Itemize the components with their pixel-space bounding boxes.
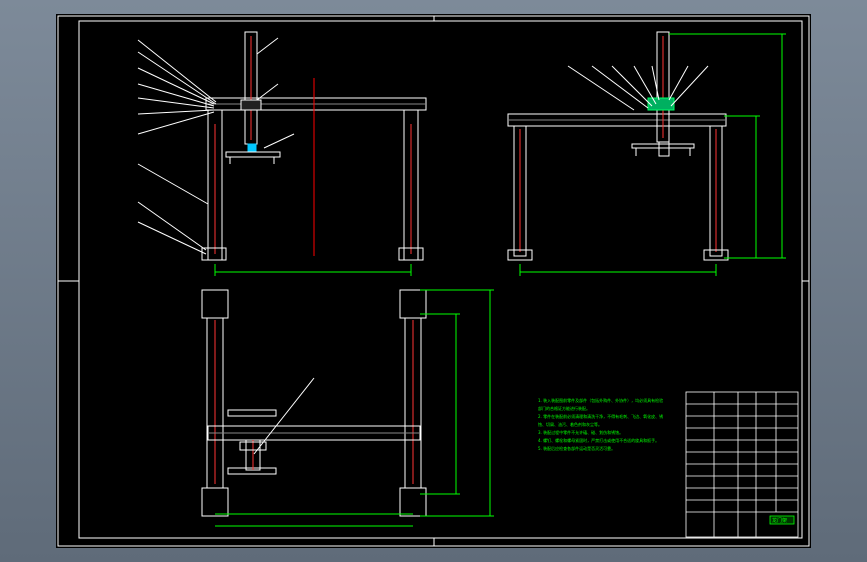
note-line-6: 4. 螺钉、螺栓和螺母紧固时，严禁打击或使用不合适的旋具和扳手。 (538, 437, 659, 443)
cad-viewport[interactable]: 1. 装入装配图前零件及部件（包括外购件、外协件），均必须具有检验 部门的合格证… (0, 0, 867, 562)
note-line-2: 部门的合格证方能进行装配。 (538, 405, 590, 411)
note-line-4: 蚀、切屑、油污、着色剂和灰尘等。 (538, 421, 602, 427)
note-line-3: 2. 零件在装配前必须清理和清洗干净，不得有毛刺、飞边、氧化皮、锈 (538, 413, 663, 419)
note-line-7: 5. 装配后应检查各部件运动是否灵活可靠。 (538, 445, 615, 451)
title-block-title: 龙门架 (772, 517, 787, 524)
technical-notes: 1. 装入装配图前零件及部件（包括外购件、外协件），均必须具有检验 部门的合格证… (538, 397, 663, 451)
note-line-1: 1. 装入装配图前零件及部件（包括外购件、外协件），均必须具有检验 (538, 397, 663, 403)
side-view (507, 31, 786, 276)
title-block: 龙门架 (685, 391, 799, 538)
top-view (201, 289, 494, 527)
outer-border (57, 15, 810, 547)
note-line-5: 3. 装配过程中零件不允许磕、碰、划伤和锈蚀。 (538, 429, 623, 435)
drawing-canvas: 1. 装入装配图前零件及部件（包括外购件、外协件），均必须具有检验 部门的合格证… (57, 15, 810, 547)
drawing-sheet: 1. 装入装配图前零件及部件（包括外购件、外协件），均必须具有检验 部门的合格证… (56, 14, 811, 548)
front-view (137, 31, 427, 276)
